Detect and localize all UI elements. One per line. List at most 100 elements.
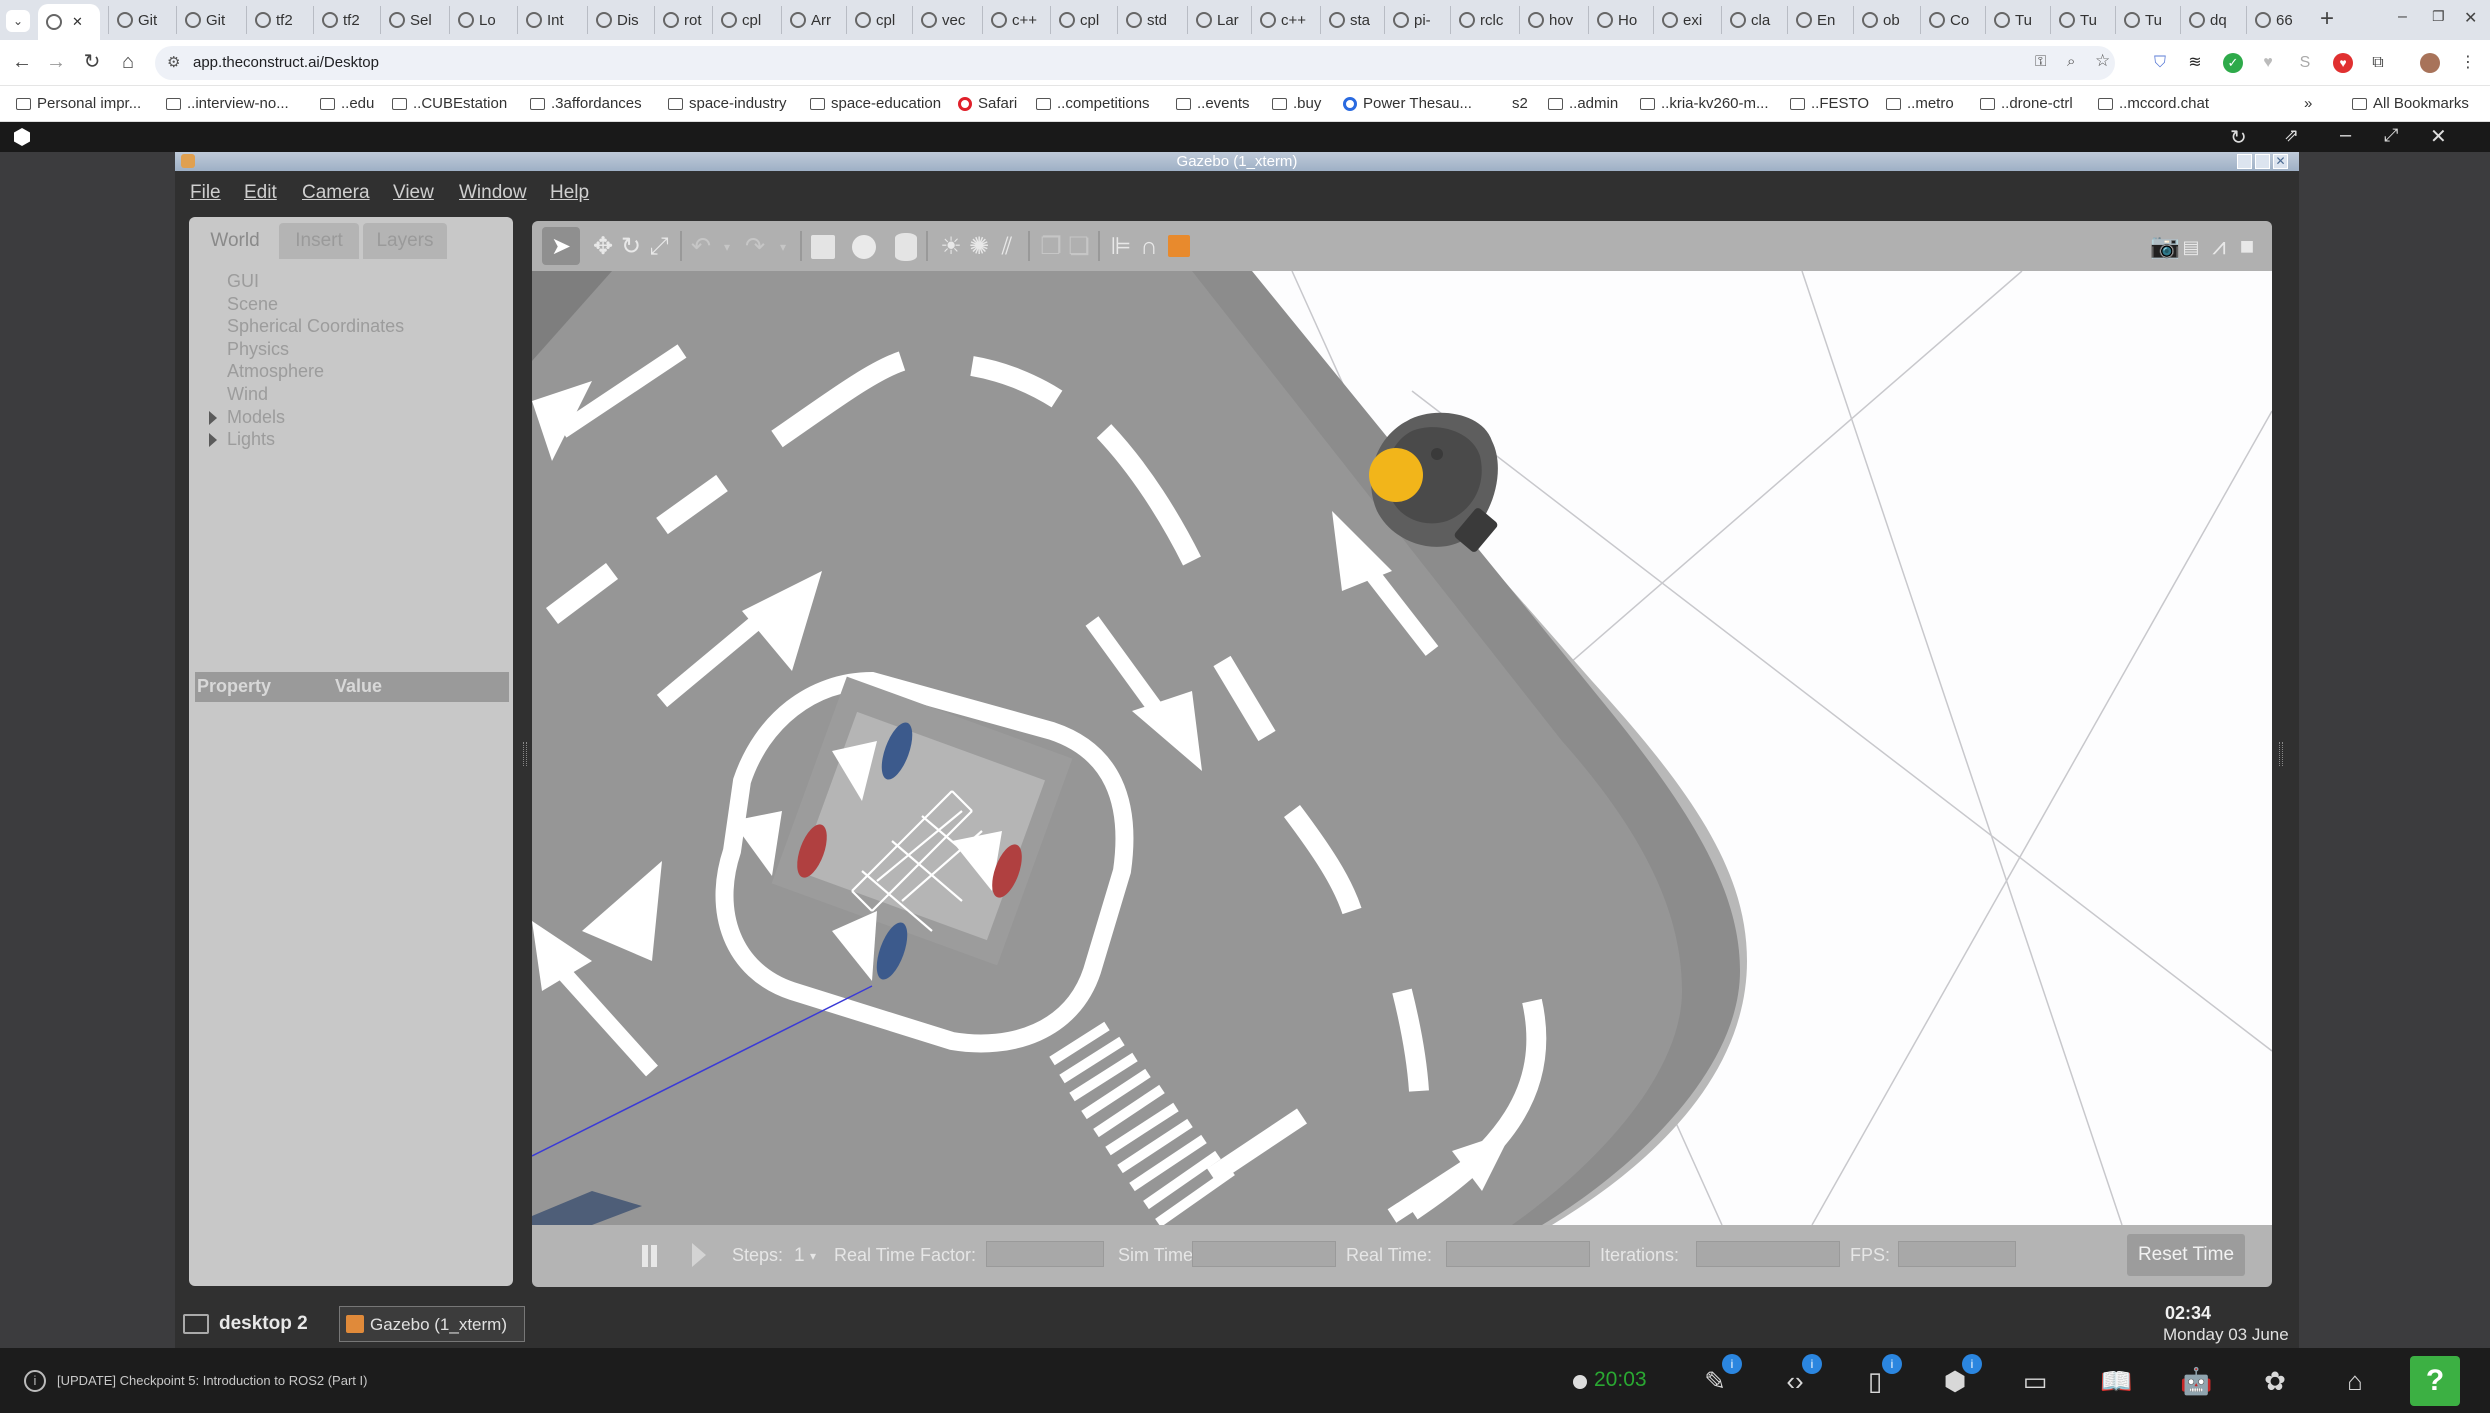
close-window-button[interactable]: ✕ bbox=[2464, 8, 2477, 28]
menu-help[interactable]: Help bbox=[550, 182, 589, 204]
robot-assistant-icon[interactable]: 🤖 bbox=[2180, 1366, 2212, 1396]
browser-tab[interactable]: Sel bbox=[380, 6, 444, 34]
terminal-book-icon[interactable]: ▯ i bbox=[1860, 1354, 1902, 1396]
open-external-icon[interactable]: ⇗ bbox=[2284, 125, 2299, 146]
steps-dropdown-icon[interactable]: ▾ bbox=[810, 1249, 816, 1263]
heart-red-extension-icon[interactable]: ♥ bbox=[2333, 53, 2353, 73]
bookmark-item[interactable]: ..FESTO bbox=[1790, 95, 1869, 112]
redo-dropdown-icon[interactable]: ▾ bbox=[770, 234, 796, 260]
3d-viewport[interactable] bbox=[532, 271, 2272, 1225]
tree-item[interactable]: Atmosphere bbox=[227, 361, 324, 382]
site-info-icon[interactable]: ⚙ bbox=[167, 53, 180, 71]
align-icon[interactable]: ⊫ bbox=[1108, 234, 1134, 260]
all-bookmarks-button[interactable]: All Bookmarks bbox=[2352, 95, 2469, 112]
gazebo-cube-icon[interactable]: ⬢ i bbox=[1940, 1354, 1982, 1396]
panel-splitter-handle[interactable] bbox=[523, 742, 527, 766]
bookmark-item[interactable]: ..events bbox=[1176, 95, 1250, 112]
right-splitter-handle[interactable] bbox=[2279, 742, 2283, 766]
desktop-switcher-icon[interactable] bbox=[183, 1314, 209, 1334]
browser-menu-icon[interactable]: ⋮ bbox=[2458, 53, 2478, 73]
change-view-icon[interactable] bbox=[1168, 235, 1190, 257]
tab-world[interactable]: World bbox=[195, 223, 275, 259]
browser-tab[interactable]: 66 bbox=[2246, 6, 2310, 34]
paste-icon[interactable]: ❏ bbox=[1066, 234, 1092, 260]
menu-edit[interactable]: Edit bbox=[244, 182, 277, 204]
browser-tab[interactable]: rclc bbox=[1450, 6, 1514, 34]
tab-layers[interactable]: Layers bbox=[363, 223, 447, 259]
browser-tab[interactable]: tf2 bbox=[313, 6, 377, 34]
bookmark-item[interactable]: ..drone-ctrl bbox=[1980, 95, 2073, 112]
browser-tab[interactable]: Arr bbox=[781, 6, 845, 34]
back-arrow-icon[interactable]: ← bbox=[10, 50, 34, 74]
restore-window-button[interactable]: ❐ bbox=[2432, 8, 2445, 25]
window-minimize-icon[interactable] bbox=[2237, 154, 2252, 169]
bookmark-item[interactable]: .buy bbox=[1272, 95, 1321, 112]
browser-tab[interactable]: std bbox=[1117, 6, 1181, 34]
browser-tab[interactable]: cpl bbox=[712, 6, 776, 34]
cylinder-shape-icon[interactable] bbox=[895, 233, 917, 261]
code-editor-icon[interactable]: ‹› i bbox=[1780, 1354, 1822, 1396]
browser-tab[interactable]: exi bbox=[1653, 6, 1717, 34]
menu-window[interactable]: Window bbox=[459, 182, 527, 204]
browser-tab[interactable]: ob bbox=[1853, 6, 1917, 34]
browser-tab[interactable]: Co bbox=[1920, 6, 1984, 34]
tree-item[interactable]: Scene bbox=[227, 294, 278, 315]
browser-tab[interactable]: Git bbox=[108, 6, 172, 34]
browser-tab[interactable]: Lo bbox=[449, 6, 513, 34]
bookmark-item[interactable]: ..admin bbox=[1548, 95, 1618, 112]
shield-extension-icon[interactable]: ⛉ bbox=[2150, 53, 2170, 73]
copy-icon[interactable]: ❐ bbox=[1038, 234, 1064, 260]
new-tab-button[interactable]: + bbox=[2312, 4, 2342, 34]
minimize-icon[interactable]: – bbox=[2340, 124, 2351, 147]
reset-time-button[interactable]: Reset Time bbox=[2127, 1234, 2245, 1276]
status-text[interactable]: [UPDATE] Checkpoint 5: Introduction to R… bbox=[57, 1373, 367, 1388]
desktop-monitor-icon[interactable]: ▭ bbox=[2020, 1366, 2050, 1396]
browser-tab[interactable]: Tu bbox=[2050, 6, 2114, 34]
undo-icon[interactable]: ↶ bbox=[688, 234, 714, 260]
screenshot-camera-icon[interactable]: 📷 bbox=[2150, 234, 2180, 260]
box-shape-icon[interactable] bbox=[811, 235, 835, 259]
address-bar[interactable]: ⚙ app.theconstruct.ai/Desktop ⚿ ⌕ ☆ bbox=[155, 46, 2115, 80]
bookmark-item[interactable]: .3affordances bbox=[530, 95, 642, 112]
openai-icon[interactable]: ✿ bbox=[2260, 1366, 2290, 1396]
tree-item[interactable]: Spherical Coordinates bbox=[227, 316, 404, 337]
browser-tab[interactable]: Lar bbox=[1187, 6, 1251, 34]
snap-magnet-icon[interactable]: ∩ bbox=[1136, 234, 1162, 260]
check-extension-icon[interactable]: ✓ bbox=[2223, 53, 2243, 73]
taskbar-gazebo-button[interactable]: Gazebo (1_xterm) bbox=[339, 1306, 525, 1342]
browser-tab[interactable]: tf2 bbox=[246, 6, 310, 34]
steps-spinbox[interactable]: 1 bbox=[794, 1245, 805, 1267]
bookmark-item[interactable]: ..edu bbox=[320, 95, 374, 112]
plot-icon[interactable]: ⩘ bbox=[2206, 234, 2232, 260]
minimize-window-button[interactable]: – bbox=[2398, 8, 2407, 26]
expand-arrow-icon[interactable] bbox=[209, 433, 217, 448]
bookmark-item[interactable]: ..CUBEstation bbox=[392, 95, 507, 112]
directional-light-icon[interactable]: ⫽ bbox=[994, 234, 1020, 260]
bookmark-item[interactable]: space-education bbox=[810, 95, 941, 112]
info-icon[interactable]: i bbox=[24, 1370, 46, 1392]
browser-tab[interactable]: c++ bbox=[982, 6, 1046, 34]
url-text[interactable]: app.theconstruct.ai/Desktop bbox=[193, 54, 379, 71]
menu-camera[interactable]: Camera bbox=[302, 182, 370, 204]
browser-tab[interactable]: dq bbox=[2180, 6, 2244, 34]
pause-icon[interactable] bbox=[642, 1245, 648, 1267]
notebook-icon[interactable]: ✎ i bbox=[1700, 1354, 1742, 1396]
browser-tab[interactable]: ✕ bbox=[38, 4, 100, 40]
undo-dropdown-icon[interactable]: ▾ bbox=[714, 234, 740, 260]
browser-tab[interactable]: Tu bbox=[1985, 6, 2049, 34]
browser-tab[interactable]: cpl bbox=[846, 6, 910, 34]
bookmark-item[interactable]: ..kria-kv260-m... bbox=[1640, 95, 1769, 112]
tree-item[interactable]: Models bbox=[227, 407, 285, 428]
bookmark-item[interactable]: ..metro bbox=[1886, 95, 1954, 112]
browser-tab[interactable]: En bbox=[1787, 6, 1851, 34]
browser-tab[interactable]: rot bbox=[654, 6, 718, 34]
bookmark-item[interactable]: space-industry bbox=[668, 95, 787, 112]
browser-tab[interactable]: cla bbox=[1721, 6, 1785, 34]
bookmark-item[interactable]: Safari bbox=[958, 95, 1017, 112]
browser-tab[interactable]: sta bbox=[1320, 6, 1384, 34]
point-light-icon[interactable]: ☀ bbox=[938, 234, 964, 260]
menu-file[interactable]: File bbox=[190, 182, 221, 204]
fullscreen-icon[interactable]: ⤢ bbox=[2384, 125, 2398, 146]
bookmark-item[interactable]: Personal impr... bbox=[16, 95, 141, 112]
forward-arrow-icon[interactable]: → bbox=[44, 50, 68, 74]
